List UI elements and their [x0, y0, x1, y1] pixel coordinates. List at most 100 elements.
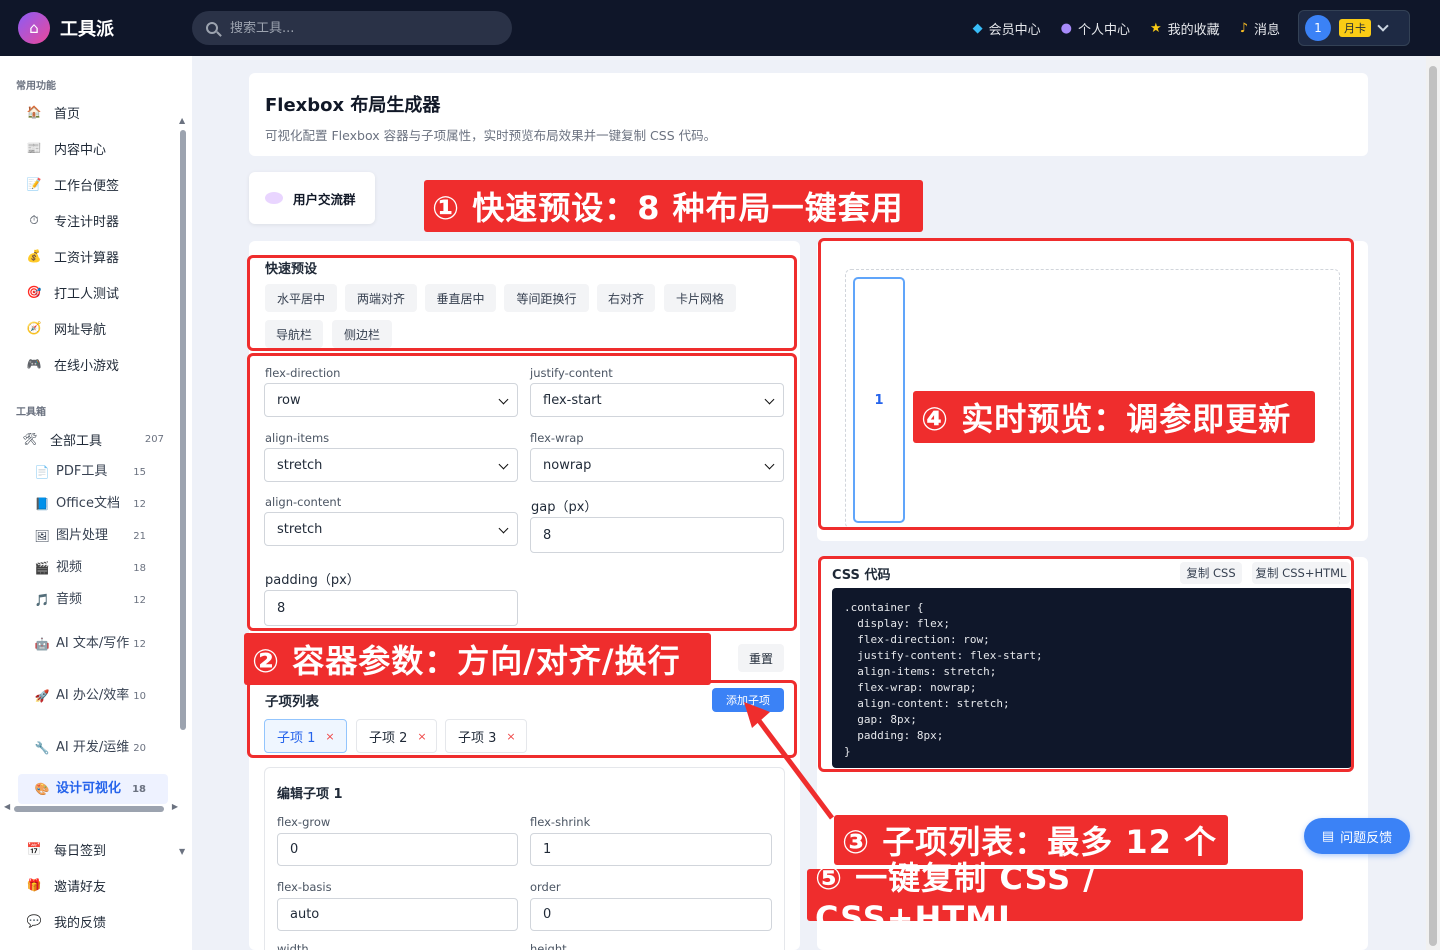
order-label: order: [530, 880, 561, 894]
sidebar-section-common: 常用功能: [16, 81, 56, 92]
sidebar-tool-count: 12: [133, 498, 146, 510]
sidebar-tool-count: 12: [133, 594, 146, 606]
sidebar-tool-7[interactable]: 🔧 AI 开发/运维 20: [18, 726, 168, 770]
order-input[interactable]: 0: [530, 898, 772, 931]
user-menu[interactable]: 1 月卡: [1298, 10, 1410, 46]
sidebar-tool-1[interactable]: 📘 Office文档 12: [18, 490, 168, 518]
scroll-right-icon[interactable]: ▶: [172, 802, 178, 811]
sidebar-item-label: 邀请好友: [54, 879, 107, 895]
search-input[interactable]: [230, 20, 490, 36]
sidebar-tool-5[interactable]: 🤖 AI 文本/写作 12: [18, 622, 168, 666]
sidebar-tool-icon: 📘: [34, 497, 50, 511]
flex-grow-label: flex-grow: [277, 815, 331, 829]
sidebar-tool-icon: 🎵: [34, 593, 50, 607]
sidebar-item-4[interactable]: 💰 工资计算器: [16, 241, 176, 271]
sidebar-tool-label: 音频: [56, 592, 83, 607]
sidebar-scroll-thumb[interactable]: [180, 130, 186, 730]
sidebar-tool-2[interactable]: 🖼 图片处理 21: [18, 522, 168, 550]
flex-shrink-label: flex-shrink: [530, 815, 591, 829]
sidebar-tool-label: PDF工具: [56, 464, 108, 479]
sidebar-item-icon: ⏱: [29, 212, 39, 227]
sidebar-item-icon: 📝: [26, 177, 42, 191]
nav-vip-center[interactable]: ◆ 会员中心: [973, 19, 1041, 38]
sidebar-tool-count: 20: [133, 742, 146, 754]
sidebar-item-label: 网址导航: [54, 322, 107, 338]
scroll-up-icon[interactable]: ▲: [179, 116, 185, 125]
user-group-label: 用户交流群: [293, 191, 356, 207]
nav-profile[interactable]: ● 个人中心: [1061, 19, 1130, 38]
sidebar-tool-count: 21: [133, 530, 146, 542]
sidebar-item-2[interactable]: 📝 工作台便签: [16, 169, 176, 199]
sidebar-item-5[interactable]: 🎯 打工人测试: [16, 277, 176, 307]
sidebar-item-1[interactable]: 📰 内容中心: [16, 133, 176, 163]
highlight-container-params: [247, 353, 797, 631]
top-nav: ◆ 会员中心 ● 个人中心 ★ 我的收藏 ♪ 消息: [973, 0, 1280, 56]
sidebar-tool-label: AI 办公/效率: [56, 688, 130, 703]
header-card: Flexbox 布局生成器 可视化配置 Flexbox 容器与子项属性，实时预览…: [249, 73, 1368, 156]
scroll-down-icon[interactable]: ▼: [179, 847, 185, 856]
feedback-label: 问题反馈: [1340, 830, 1393, 846]
sidebar-item-label: 工作台便签: [54, 178, 120, 194]
sidebar-tool-icon: 🎬: [34, 561, 50, 575]
sidebar-item-icon: 🎯: [26, 285, 42, 299]
nav-favorites[interactable]: ★ 我的收藏: [1150, 19, 1220, 38]
sidebar-item-icon: 🎮: [26, 357, 42, 371]
sidebar-item-7[interactable]: 🎮 在线小游戏: [16, 349, 176, 379]
annotation-preview: ④ 实时预览：调参即更新: [913, 391, 1315, 443]
sidebar-tool-6[interactable]: 🚀 AI 办公/效率 10: [18, 674, 168, 718]
highlight-code: [818, 556, 1354, 772]
bell-icon: ♪: [1239, 20, 1248, 36]
user-group-button[interactable]: 用户交流群: [249, 172, 375, 224]
sidebar-item-0[interactable]: 🏠 首页: [16, 97, 176, 127]
flex-grow-input[interactable]: 0: [277, 833, 518, 866]
sidebar-item-label: 专注计时器: [54, 214, 120, 230]
search-icon: [206, 22, 218, 34]
sidebar-item-icon: 💬: [26, 914, 42, 928]
sidebar-tool-0[interactable]: 📄 PDF工具 15: [18, 458, 168, 486]
sidebar-tool-4[interactable]: 🎵 音频 12: [18, 586, 168, 614]
sidebar-item-label: 全部工具: [50, 433, 103, 449]
nav-favorites-label: 我的收藏: [1167, 22, 1220, 38]
sidebar-item-label: 我的反馈: [54, 915, 107, 931]
sidebar-h-scrollbar[interactable]: ◀ ▶: [4, 802, 178, 814]
page-scrollbar[interactable]: [1426, 56, 1440, 950]
chevron-down-icon: [1377, 20, 1389, 32]
sidebar-tool-label: AI 文本/写作: [56, 636, 130, 651]
sidebar-item-count: 207: [144, 433, 164, 445]
flex-basis-input[interactable]: auto: [277, 898, 518, 931]
sidebar-tool-label: 图片处理: [56, 528, 109, 543]
page-description: 可视化配置 Flexbox 容器与子项属性，实时预览布局效果并一键复制 CSS …: [265, 128, 717, 143]
sidebar-item-icon: 🧭: [26, 321, 42, 335]
sidebar-item-label: 内容中心: [54, 142, 107, 158]
flex-shrink-input[interactable]: 1: [530, 833, 772, 866]
top-bar: ⌂ 工具派 ◆ 会员中心 ● 个人中心 ★ 我的收藏 ♪ 消息 1 月卡: [0, 0, 1440, 56]
sidebar-item-label: 首页: [54, 106, 81, 122]
sidebar-item-label: 打工人测试: [54, 286, 120, 302]
sidebar-tool-count: 10: [133, 690, 146, 702]
sidebar-h-scroll-thumb[interactable]: [14, 806, 164, 812]
search-bar[interactable]: [192, 11, 512, 45]
sidebar-bottom-1[interactable]: 🎁 邀请好友: [16, 870, 176, 900]
nav-messages[interactable]: ♪ 消息: [1240, 19, 1280, 38]
edit-item-title: 编辑子项 1: [277, 787, 343, 802]
sidebar-item-3[interactable]: ⏱ 专注计时器: [16, 205, 176, 235]
height-label: height: [530, 942, 567, 950]
sidebar-tool-label: 设计可视化: [56, 781, 122, 796]
sidebar-scrollbar[interactable]: ▲ ▼: [178, 116, 188, 856]
sidebar-tool-8[interactable]: 🎨 设计可视化 18: [18, 774, 168, 804]
sidebar-item-all-tools[interactable]: 🛠 全部工具 207: [12, 424, 172, 454]
feedback-button[interactable]: ▤ 问题反馈: [1304, 818, 1410, 854]
sidebar-tool-icon: 🚀: [34, 689, 50, 703]
reset-button[interactable]: 重置: [738, 644, 784, 672]
sidebar-tool-icon: 🔧: [34, 741, 50, 755]
sidebar-bottom-2[interactable]: 💬 我的反馈: [16, 906, 176, 936]
page-scroll-thumb[interactable]: [1429, 66, 1437, 946]
logo[interactable]: ⌂ 工具派: [18, 12, 114, 44]
sidebar-tool-3[interactable]: 🎬 视频 18: [18, 554, 168, 582]
sidebar-bottom-0[interactable]: 📅 每日签到: [16, 834, 176, 864]
avatar: 1: [1305, 15, 1331, 41]
star-icon: ★: [1150, 20, 1162, 36]
user-icon: ●: [1060, 20, 1072, 36]
scroll-left-icon[interactable]: ◀: [4, 802, 10, 811]
sidebar-item-6[interactable]: 🧭 网址导航: [16, 313, 176, 343]
